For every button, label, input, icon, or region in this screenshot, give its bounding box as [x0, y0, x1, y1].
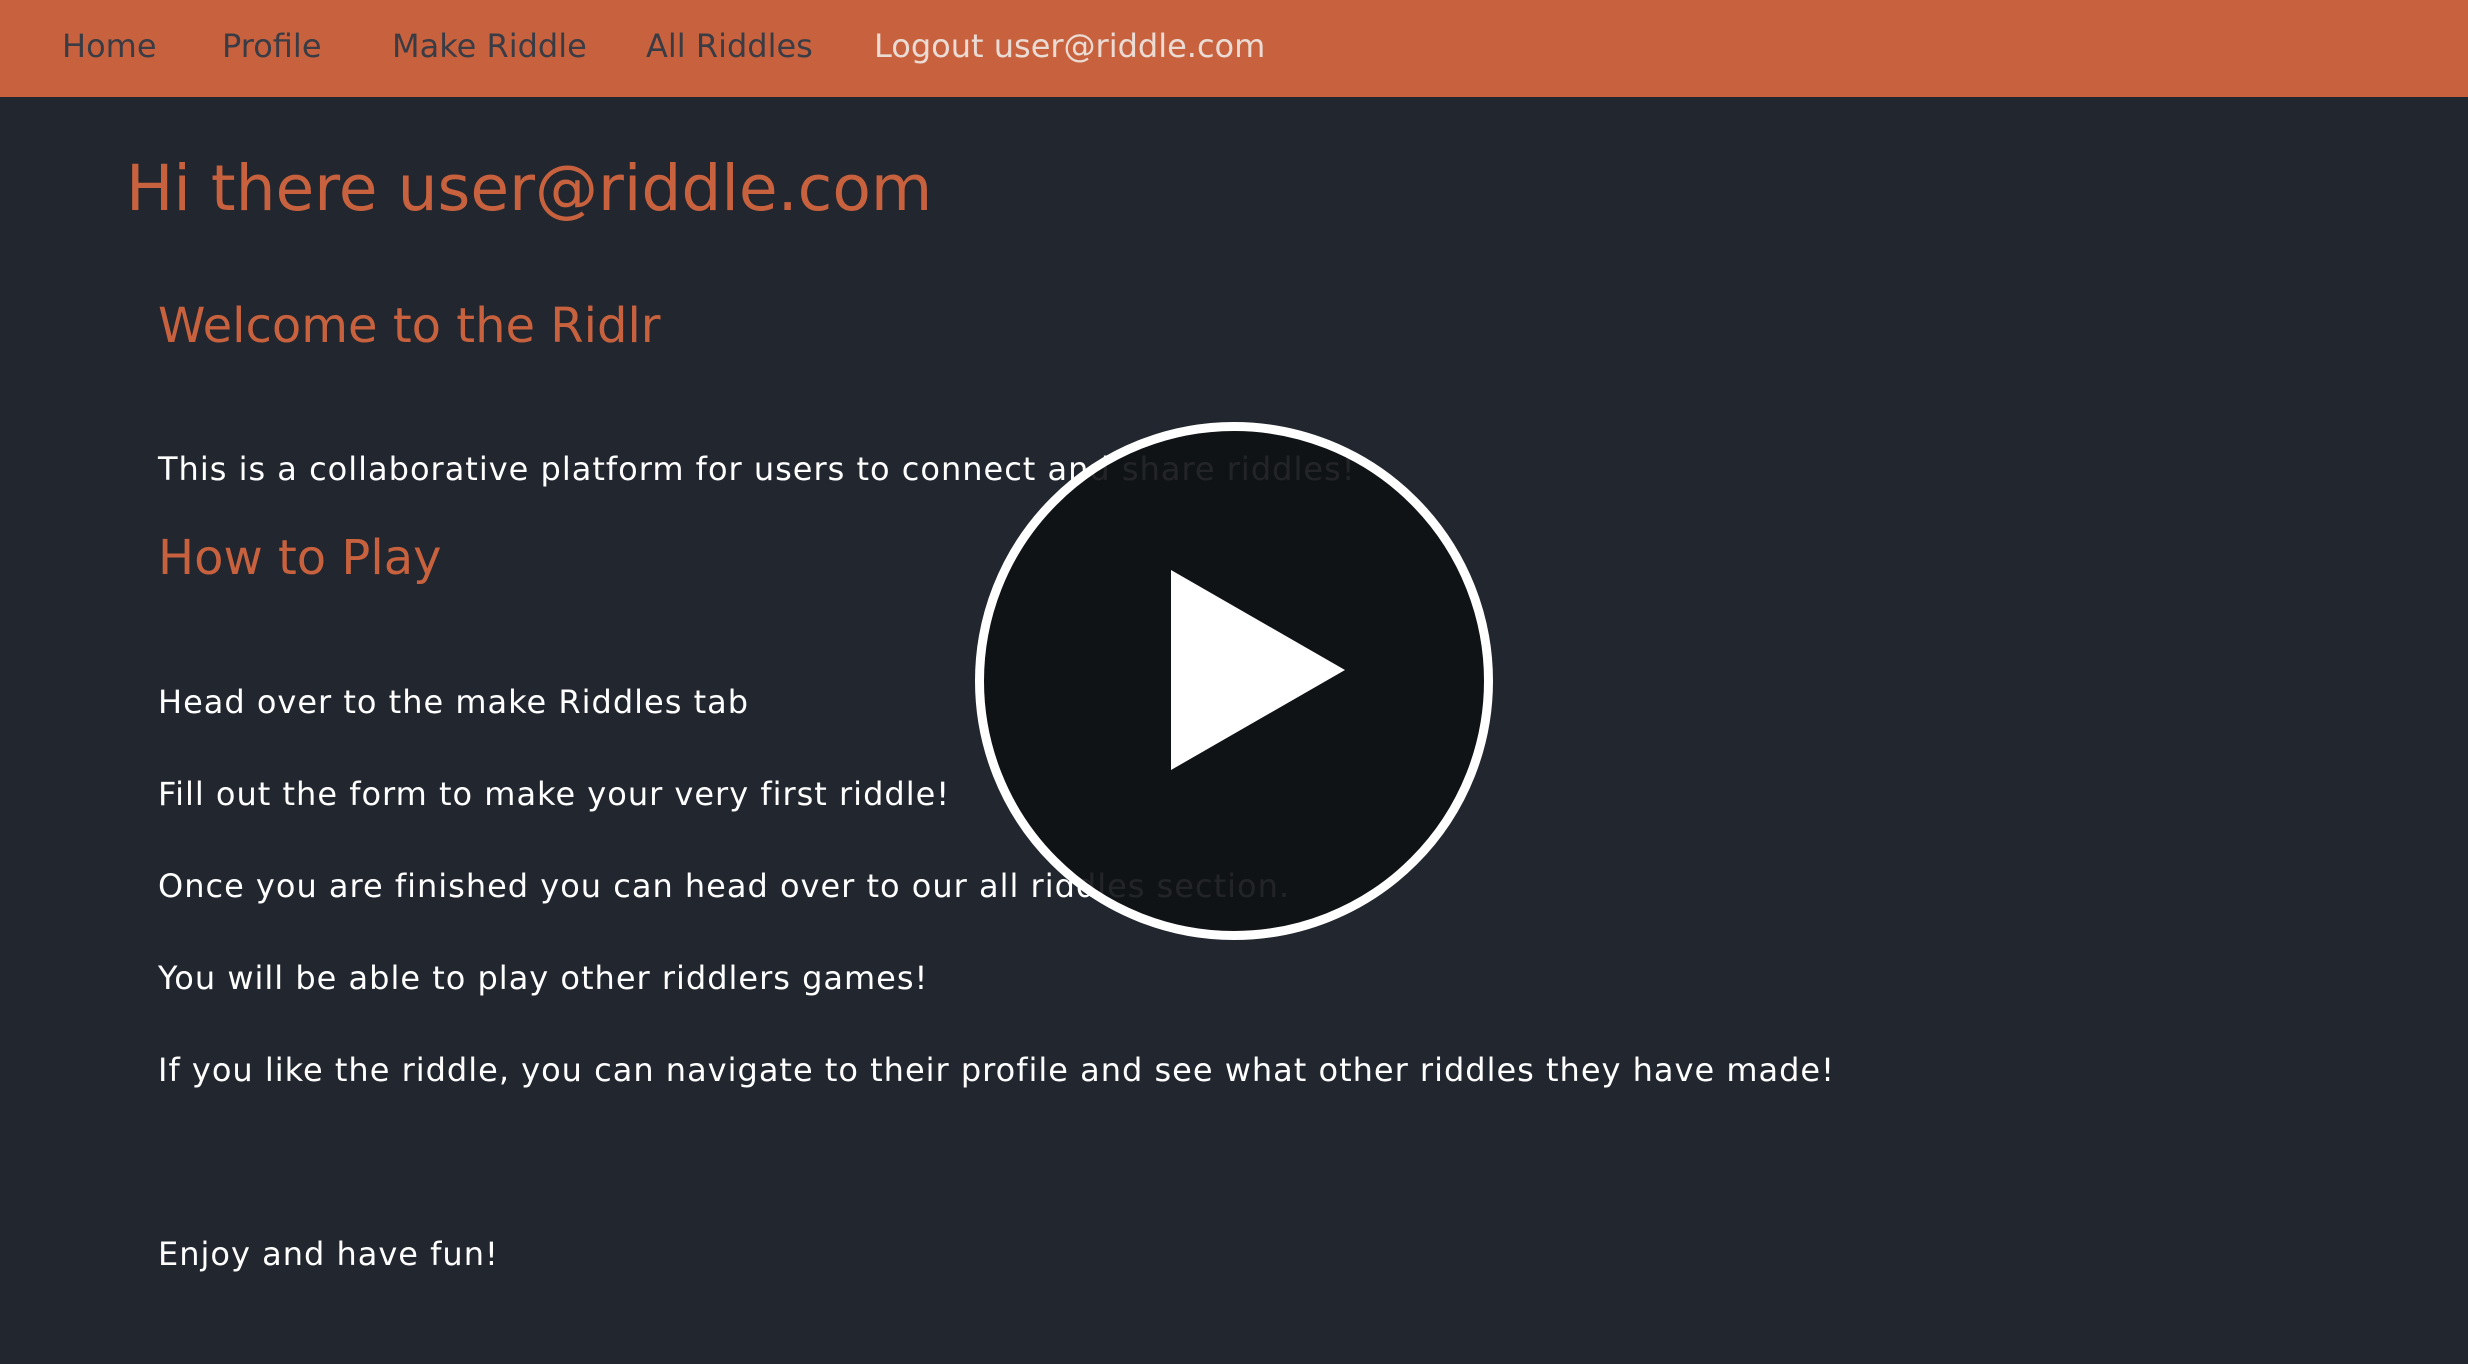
how-to-play-heading: How to Play	[158, 530, 442, 586]
top-navbar: Home Profile Make Riddle All Riddles Log…	[0, 0, 2468, 97]
step-item: If you like the riddle, you can navigate…	[158, 1051, 1835, 1089]
nav-home-link[interactable]: Home	[62, 0, 157, 97]
video-play-button[interactable]	[975, 422, 1493, 940]
nav-logout-link[interactable]: Logout user@riddle.com	[874, 0, 1265, 97]
step-item: Fill out the form to make your very firs…	[158, 775, 951, 813]
welcome-heading: Welcome to the Ridlr	[158, 298, 661, 354]
nav-all-riddles-link[interactable]: All Riddles	[646, 0, 813, 97]
step-item: You will be able to play other riddlers …	[158, 959, 929, 997]
nav-make-riddle-link[interactable]: Make Riddle	[392, 0, 587, 97]
nav-profile-link[interactable]: Profile	[222, 0, 322, 97]
closing-text: Enjoy and have fun!	[158, 1235, 499, 1273]
page-greeting: Hi there user@riddle.com	[126, 152, 933, 225]
play-icon	[1171, 570, 1345, 770]
step-item: Head over to the make Riddles tab	[158, 683, 750, 721]
